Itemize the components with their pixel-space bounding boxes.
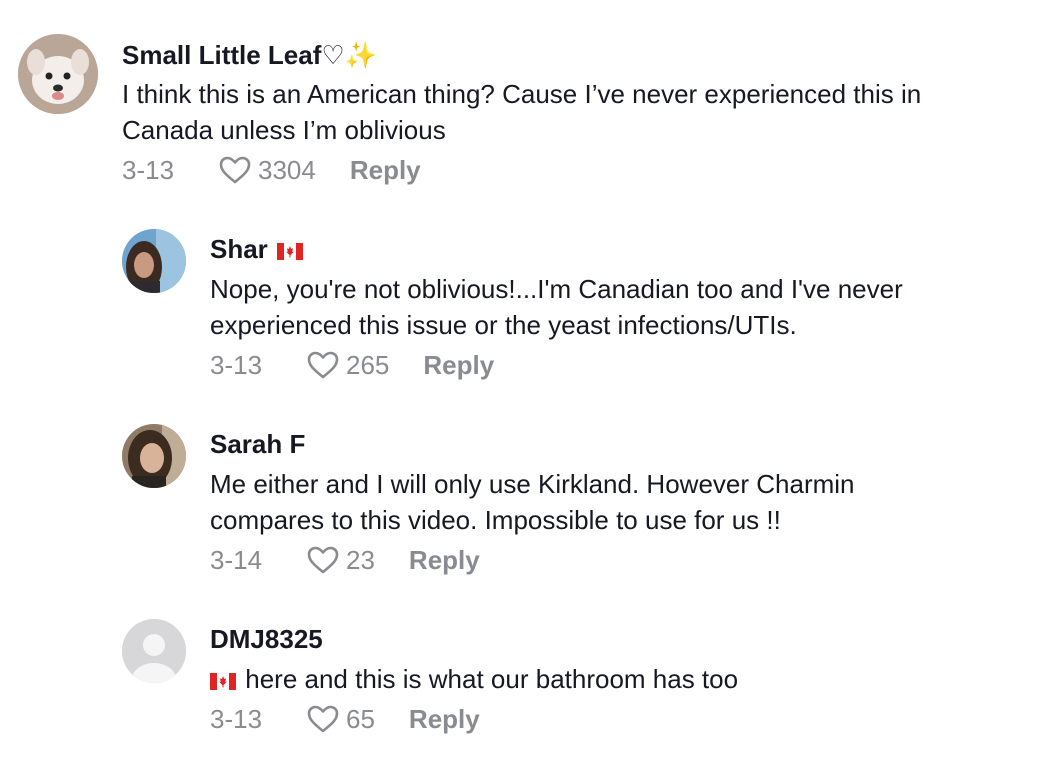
comment-username[interactable]: DMJ8325	[210, 624, 323, 654]
comment-username[interactable]: Small Little Leaf♡✨	[122, 40, 377, 70]
comment-date: 3-13	[210, 349, 263, 380]
reply-button[interactable]: Reply	[409, 704, 480, 735]
comment-text: here and this is what our bathroom has t…	[245, 664, 739, 694]
comment-text-line: Nope, you're not oblivious!...I'm Canadi…	[210, 274, 903, 304]
like-button[interactable]: 3304	[218, 155, 316, 186]
comment-text-line: experienced this issue or the yeast infe…	[210, 310, 797, 340]
comment-meta: 3-14 23 Reply	[210, 542, 480, 578]
comment-text-line: Me either and I will only use Kirkland. …	[210, 469, 855, 499]
like-count: 265	[346, 349, 390, 380]
avatar[interactable]	[18, 34, 98, 114]
reply-button[interactable]: Reply	[423, 350, 494, 381]
like-count: 23	[346, 544, 375, 575]
reply-button[interactable]: Reply	[409, 545, 480, 576]
comment-date: 3-13	[122, 154, 175, 185]
reply-button[interactable]: Reply	[350, 155, 421, 186]
like-button[interactable]: 65	[306, 704, 375, 735]
heart-icon	[307, 705, 339, 733]
comment-text-line: Canada unless I’m oblivious	[122, 115, 446, 145]
heart-icon	[307, 546, 339, 574]
comment-text-line: I think this is an American thing? Cause…	[122, 79, 922, 109]
heart-sparkle-suffix: ♡✨	[321, 40, 378, 70]
heart-icon	[219, 156, 251, 184]
comment-text-line: here and this is what our bathroom has t…	[210, 661, 738, 697]
avatar[interactable]	[122, 619, 186, 683]
avatar[interactable]	[122, 229, 186, 293]
woman-avatar-image	[122, 424, 186, 488]
canada-flag-icon	[210, 672, 236, 690]
comment-meta: 3-13 265 Reply	[210, 347, 494, 383]
comment-meta: 3-13 65 Reply	[210, 701, 480, 737]
avatar[interactable]	[122, 424, 186, 488]
like-count: 65	[346, 703, 375, 734]
comment-date: 3-14	[210, 544, 263, 575]
heart-icon	[307, 351, 339, 379]
default-user-icon	[122, 619, 186, 683]
comment-username[interactable]: Sarah F	[210, 429, 305, 459]
woman-avatar-image	[122, 229, 186, 293]
comment-date: 3-13	[210, 703, 263, 734]
comment-text-line: compares to this video. Impossible to us…	[210, 505, 781, 535]
like-button[interactable]: 23	[306, 545, 375, 576]
like-count: 3304	[258, 154, 316, 185]
comment-1: Small Little Leaf♡✨ I think this is an A…	[0, 0, 1046, 200]
like-button[interactable]: 265	[306, 350, 389, 381]
comment-meta: 3-13 3304 Reply	[122, 152, 421, 188]
comment-username[interactable]: Shar	[210, 234, 305, 264]
canada-flag-icon	[277, 242, 304, 260]
puppy-avatar-image	[18, 34, 98, 114]
